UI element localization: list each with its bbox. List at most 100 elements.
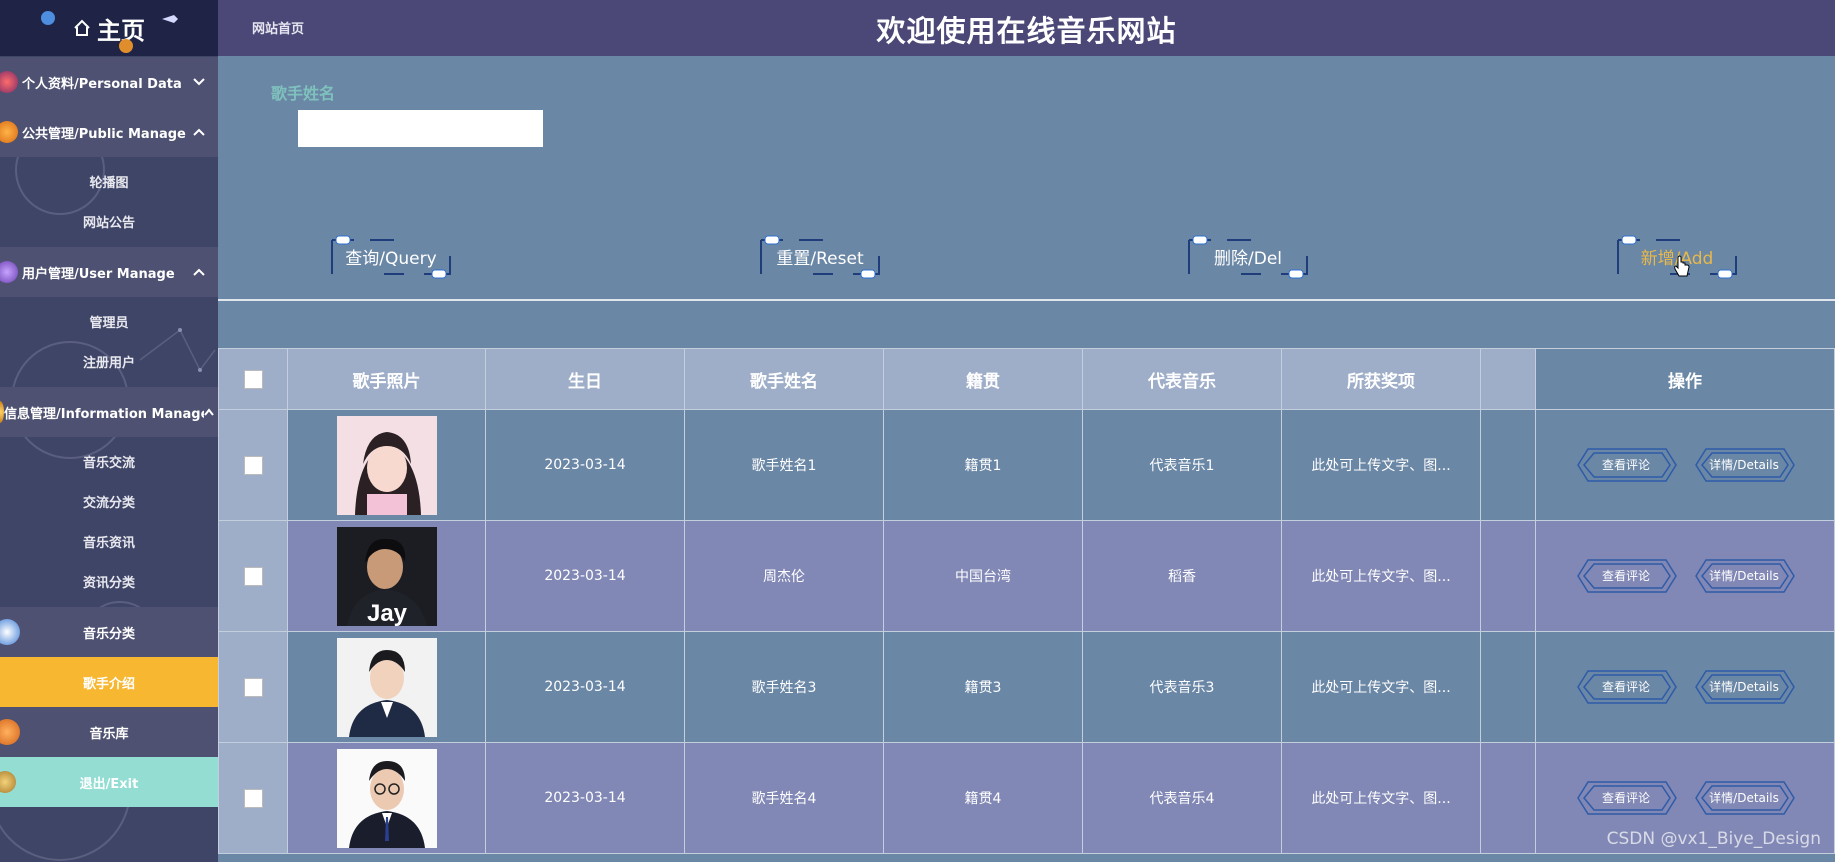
row-checkbox[interactable]	[243, 455, 263, 475]
table-header-row: 歌手照片 生日 歌手姓名 籍贯 代表音乐 所获奖项 操作	[218, 348, 1835, 410]
home-icon	[73, 19, 91, 37]
chevron-up-icon	[204, 408, 214, 416]
details-label: 详情/Details	[1709, 458, 1779, 472]
sidebar-item-music-exchange[interactable]: 音乐交流	[0, 441, 218, 481]
details-label: 详情/Details	[1709, 569, 1779, 583]
chevron-up-icon	[192, 128, 206, 136]
delete-button[interactable]: 删除/Del	[1181, 228, 1315, 284]
view-comments-button[interactable]: 查看评论	[1574, 556, 1678, 596]
view-comments-button[interactable]: 查看评论	[1574, 445, 1678, 485]
singer-photo-male-glasses	[336, 748, 437, 848]
spacer-cell	[1480, 520, 1536, 632]
sidebar-item-music-news[interactable]: 音乐资讯	[0, 521, 218, 561]
sidebar-item-label: 管理员	[89, 315, 129, 331]
rocket-icon	[162, 15, 178, 23]
origin-cell: 中国台湾	[883, 520, 1083, 632]
sidebar-group-label: 个人资料/Personal Data	[22, 76, 182, 92]
singer-name-input[interactable]	[298, 110, 543, 147]
details-button[interactable]: 详情/Details	[1692, 556, 1796, 596]
column-header-music: 代表音乐	[1082, 348, 1282, 410]
actions-cell: 查看评论 详情/Details	[1535, 631, 1835, 743]
sidebar-item-label: 音乐分类	[82, 626, 135, 642]
sidebar-logo[interactable]: 主页	[0, 0, 218, 56]
sidebar-group-label: 信息管理/Information Manage	[4, 406, 204, 422]
birthday-cell: 2023-03-14	[485, 409, 685, 521]
column-header-photo: 歌手照片	[287, 348, 486, 410]
details-button[interactable]: 详情/Details	[1692, 778, 1796, 818]
sidebar-item-label: 资讯分类	[82, 575, 135, 591]
sidebar-group-personal-data[interactable]: 个人资料/Personal Data	[0, 57, 218, 107]
spacer-cell	[1480, 742, 1536, 854]
awards-cell: 此处可上传文字、图...	[1281, 742, 1481, 854]
details-button[interactable]: 详情/Details	[1692, 667, 1796, 707]
birthday-cell: 2023-03-14	[485, 520, 685, 632]
column-header-actions: 操作	[1535, 348, 1835, 410]
row-checkbox[interactable]	[243, 788, 263, 808]
spacer-cell	[1480, 409, 1536, 521]
reset-button-label: 重置/Reset	[776, 248, 864, 269]
details-label: 详情/Details	[1709, 680, 1779, 694]
sidebar-item-label: 轮播图	[89, 175, 129, 191]
table-row: 2023-03-14 歌手姓名4 籍贯4 代表音乐4 此处可上传文字、图... …	[218, 742, 1835, 854]
watermark: CSDN @vx1_Biye_Design	[1606, 829, 1821, 849]
view-comments-button[interactable]: 查看评论	[1574, 778, 1678, 818]
origin-cell: 籍贯1	[883, 409, 1083, 521]
sidebar-item-announcement[interactable]: 网站公告	[0, 201, 218, 241]
atom-icon	[0, 71, 18, 93]
view-comments-label: 查看评论	[1601, 569, 1650, 583]
sidebar-item-admin[interactable]: 管理员	[0, 301, 218, 341]
sidebar-item-exit[interactable]: 退出/Exit	[0, 757, 218, 807]
sidebar-group-public-manage[interactable]: 公共管理/Public Manage	[0, 107, 218, 157]
sidebar-item-music-library[interactable]: 音乐库	[0, 707, 218, 757]
origin-cell: 籍贯4	[883, 742, 1083, 854]
query-button-label: 查询/Query	[345, 248, 437, 269]
saturn-icon	[0, 771, 16, 793]
sidebar: 主页 个人资料/Personal Data 公共管理/Public Manage…	[0, 0, 218, 862]
name-cell: 歌手姓名1	[684, 409, 884, 521]
singer-photo-male-suit	[336, 637, 437, 737]
sidebar-item-news-category[interactable]: 资讯分类	[0, 561, 218, 601]
singer-table: 歌手照片 生日 歌手姓名 籍贯 代表音乐 所获奖项 操作 2023-03-14 …	[218, 348, 1835, 854]
reset-button[interactable]: 重置/Reset	[753, 228, 887, 284]
planet-icon	[41, 11, 55, 25]
sidebar-item-music-category[interactable]: 音乐分类	[0, 607, 218, 657]
view-comments-label: 查看评论	[1601, 791, 1650, 805]
birthday-cell: 2023-03-14	[485, 742, 685, 854]
sidebar-item-registered-users[interactable]: 注册用户	[0, 341, 218, 381]
awards-cell: 此处可上传文字、图...	[1281, 520, 1481, 632]
actions-cell: 查看评论 详情/Details	[1535, 520, 1835, 632]
column-header-spacer	[1480, 348, 1536, 410]
sidebar-group-label: 用户管理/User Manage	[22, 266, 175, 282]
name-cell: 歌手姓名4	[684, 742, 884, 854]
chevron-up-icon	[192, 268, 206, 276]
details-button[interactable]: 详情/Details	[1692, 445, 1796, 485]
column-header-origin: 籍贯	[883, 348, 1083, 410]
table-row: 2023-03-14 歌手姓名1 籍贯1 代表音乐1 此处可上传文字、图... …	[218, 409, 1835, 521]
sidebar-item-label: 音乐资讯	[82, 535, 135, 551]
sidebar-group-information-manage[interactable]: 信息管理/Information Manage	[0, 387, 218, 437]
sidebar-item-label: 注册用户	[82, 355, 135, 371]
photo-cell: Jay	[287, 520, 486, 632]
view-comments-button[interactable]: 查看评论	[1574, 667, 1678, 707]
origin-cell: 籍贯3	[883, 631, 1083, 743]
photo-cell	[287, 631, 486, 743]
sidebar-item-label: 退出/Exit	[79, 776, 139, 792]
singer-photo-female	[336, 415, 437, 515]
photo-cell	[287, 409, 486, 521]
column-header-birthday: 生日	[485, 348, 685, 410]
planet-orange-icon	[0, 121, 18, 143]
view-comments-label: 查看评论	[1601, 680, 1650, 694]
sidebar-item-exchange-category[interactable]: 交流分类	[0, 481, 218, 521]
sidebar-group-user-manage[interactable]: 用户管理/User Manage	[0, 247, 218, 297]
row-checkbox[interactable]	[243, 677, 263, 697]
select-all-checkbox[interactable]	[243, 369, 263, 389]
sidebar-item-carousel[interactable]: 轮播图	[0, 161, 218, 201]
page-title: 欢迎使用在线音乐网站	[876, 14, 1177, 48]
photo-cell	[287, 742, 486, 854]
row-checkbox[interactable]	[243, 566, 263, 586]
chevron-down-icon	[192, 78, 206, 86]
sidebar-item-singer-intro[interactable]: 歌手介绍	[0, 657, 218, 707]
row-select-cell	[218, 742, 288, 854]
query-button[interactable]: 查询/Query	[324, 228, 458, 284]
row-select-cell	[218, 409, 288, 521]
